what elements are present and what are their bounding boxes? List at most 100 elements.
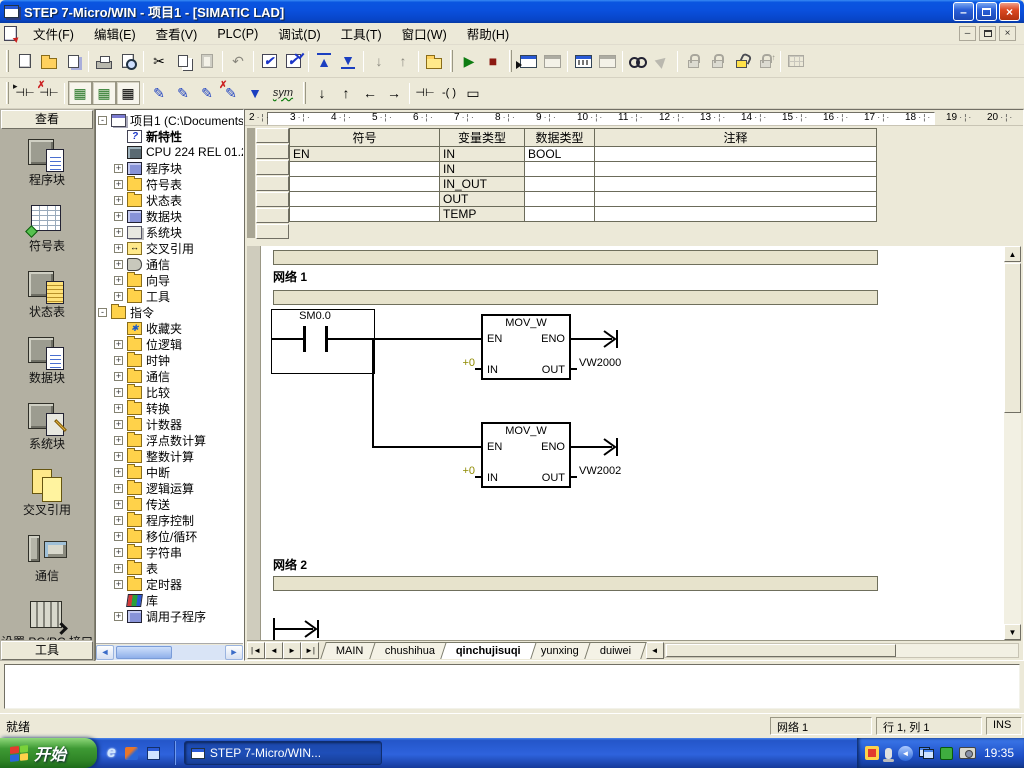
tree-item-communications-instr[interactable]: +通信	[96, 368, 243, 384]
tab-scroll-left-button[interactable]: ◄	[646, 642, 664, 659]
tree-item-program-block[interactable]: +程序块	[96, 160, 243, 176]
pou-comment-bar[interactable]	[273, 250, 878, 265]
scrollbar-thumb[interactable]	[1004, 263, 1021, 413]
menu-debug[interactable]: 调试(D)	[268, 21, 330, 46]
expander-icon[interactable]: +	[114, 580, 123, 589]
mov-w-box-2[interactable]: MOV_W EN ENO IN OUT	[481, 422, 571, 488]
expander-icon[interactable]: +	[114, 612, 123, 621]
cell-var-type[interactable]: TEMP	[440, 207, 525, 222]
coil-element-button[interactable]: -( )	[437, 81, 461, 105]
start-button[interactable]: 开始	[0, 738, 97, 768]
toolbar-grip[interactable]	[303, 82, 306, 104]
expander-icon[interactable]: +	[114, 228, 123, 237]
expander-icon[interactable]: +	[114, 372, 123, 381]
expander-icon[interactable]: +	[114, 404, 123, 413]
tree-item-instructions[interactable]: -指令	[96, 304, 243, 320]
tree-item-whats-new[interactable]: 新特性	[96, 128, 243, 144]
expander-icon[interactable]: +	[114, 292, 123, 301]
cell-data-type[interactable]	[525, 162, 595, 177]
tab-duiwei[interactable]: duiwei	[585, 642, 648, 659]
new-file-button[interactable]	[13, 49, 37, 73]
ladder-vertical-scrollbar[interactable]: ▲ ▼	[1004, 246, 1021, 640]
line-right-button[interactable]: →	[382, 81, 406, 105]
cell-data-type[interactable]	[525, 177, 595, 192]
tab-next-button[interactable]: ►	[283, 642, 301, 659]
paste-button[interactable]	[195, 49, 219, 73]
contact-bar-left[interactable]	[303, 326, 306, 352]
previous-bookmark-button[interactable]	[753, 49, 777, 73]
select-pointer-button[interactable]	[650, 49, 674, 73]
cell-var-type[interactable]: IN	[440, 147, 525, 162]
insert-network-button[interactable]: ⊣⊢	[13, 81, 37, 105]
cell-symbol[interactable]	[290, 207, 440, 222]
expander-icon[interactable]: +	[114, 276, 123, 285]
task-button-step7[interactable]: STEP 7-Micro/WIN...	[184, 741, 382, 765]
out-operand[interactable]: VW2000	[579, 357, 621, 369]
tree-item-program-control[interactable]: +程序控制	[96, 512, 243, 528]
network-1-label[interactable]: 网络 1	[273, 268, 307, 285]
upload-button[interactable]: ▲	[312, 49, 336, 73]
edit-1-button[interactable]: ✎	[147, 81, 171, 105]
cell-data-type[interactable]	[525, 207, 595, 222]
tree-item-timers[interactable]: +定时器	[96, 576, 243, 592]
child-close-button[interactable]: ×	[999, 26, 1016, 41]
tree-item-interrupt[interactable]: +中断	[96, 464, 243, 480]
expander-icon[interactable]: +	[114, 420, 123, 429]
network-1-comment-bar[interactable]	[273, 290, 878, 305]
expander-icon[interactable]: +	[114, 212, 123, 221]
expander-icon[interactable]: +	[114, 196, 123, 205]
tree-item-libraries[interactable]: 库	[96, 592, 243, 608]
line-left-button[interactable]: ←	[358, 81, 382, 105]
stop-button[interactable]: ■	[481, 49, 505, 73]
cell-symbol[interactable]	[290, 162, 440, 177]
tree-item-status-chart[interactable]: +状态表	[96, 192, 243, 208]
tree-item-compare[interactable]: +比较	[96, 384, 243, 400]
network-2-comment-bar[interactable]	[273, 576, 878, 591]
save-button[interactable]	[61, 49, 85, 73]
expander-icon[interactable]: +	[114, 260, 123, 269]
tree-item-bit-logic[interactable]: +位逻辑	[96, 336, 243, 352]
mov-w-box-1[interactable]: MOV_W EN ENO IN OUT	[481, 314, 571, 380]
cell-var-type[interactable]: OUT	[440, 192, 525, 207]
expander-icon[interactable]: +	[114, 436, 123, 445]
restore-button[interactable]	[976, 2, 997, 21]
sidebar-item-program-block[interactable]: 程序块	[0, 138, 94, 204]
open-folder-button[interactable]	[37, 49, 61, 73]
edit-delete-button[interactable]: ✎	[219, 81, 243, 105]
tree-item-clock[interactable]: +时钟	[96, 352, 243, 368]
tree-item-data-block[interactable]: +数据块	[96, 208, 243, 224]
contact-operand[interactable]: SM0.0	[280, 310, 350, 322]
cell-comment[interactable]	[595, 147, 877, 162]
cut-button[interactable]: ✂	[147, 49, 171, 73]
clock[interactable]: 19:35	[984, 746, 1014, 760]
expander-icon[interactable]: +	[114, 244, 123, 253]
tree-item-integer-math[interactable]: +整数计算	[96, 448, 243, 464]
expander-icon[interactable]: +	[114, 468, 123, 477]
cell-comment[interactable]	[595, 207, 877, 222]
row-header[interactable]	[256, 160, 289, 175]
download-button[interactable]: ▼	[336, 49, 360, 73]
tab-first-button[interactable]: |◄	[247, 642, 265, 659]
tree-item-string[interactable]: +字符串	[96, 544, 243, 560]
messenger-tray-icon[interactable]	[865, 746, 879, 760]
menu-edit[interactable]: 编辑(E)	[84, 21, 146, 46]
tab-last-button[interactable]: ►|	[301, 642, 319, 659]
tab-scrollbar-thumb[interactable]	[666, 644, 896, 657]
toggle-network-comments-button[interactable]: ▦	[92, 81, 116, 105]
tree-item-floating-point-math[interactable]: +浮点数计算	[96, 432, 243, 448]
menu-help[interactable]: 帮助(H)	[457, 21, 519, 46]
tree-item-system-block[interactable]: +系统块	[96, 224, 243, 240]
cell-symbol[interactable]: EN	[290, 147, 440, 162]
pause-chart-status-button[interactable]	[595, 49, 619, 73]
tree-item-tools[interactable]: +工具	[96, 288, 243, 304]
menu-tools[interactable]: 工具(T)	[331, 21, 392, 46]
sidebar-item-system-block[interactable]: 系统块	[0, 402, 94, 468]
output-window[interactable]	[4, 664, 1020, 709]
sort-ascending-button[interactable]: ↑	[391, 49, 415, 73]
tree-item-project[interactable]: -项目1 (C:\Documents	[96, 112, 243, 128]
tree-item-table[interactable]: +表	[96, 560, 243, 576]
toolbar-grip[interactable]	[450, 50, 453, 72]
in-constant[interactable]: +0	[442, 357, 475, 369]
expander-icon[interactable]: +	[114, 516, 123, 525]
expander-icon[interactable]: +	[114, 164, 123, 173]
